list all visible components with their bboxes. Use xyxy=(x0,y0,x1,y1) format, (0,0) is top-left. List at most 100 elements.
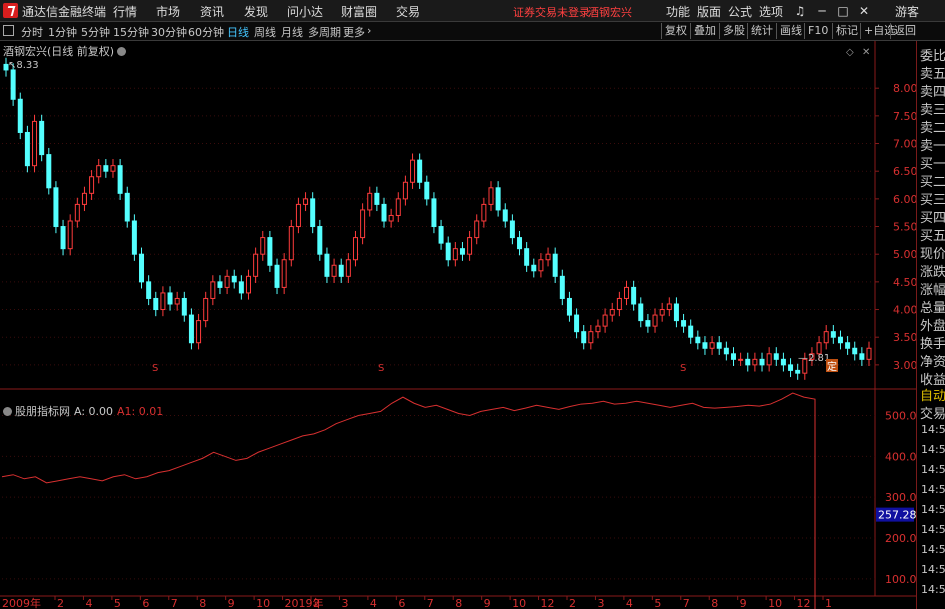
menu-wealth-circle[interactable]: 财富圈 xyxy=(341,3,377,20)
login-status[interactable]: 证券交易未登录 xyxy=(513,4,590,20)
btn-draw-line[interactable]: 画线 xyxy=(776,23,802,39)
candle-body xyxy=(638,303,644,322)
period-intraday[interactable]: 分时 xyxy=(21,24,43,40)
period-15min[interactable]: 15分钟 xyxy=(113,24,149,40)
candle-body xyxy=(431,198,437,228)
candle-body xyxy=(424,181,430,200)
btn-multi-stock[interactable]: 多股 xyxy=(719,23,745,39)
side-tab-1[interactable]: 交易 xyxy=(920,403,945,422)
candle-body xyxy=(766,353,772,366)
candle-body xyxy=(459,248,465,255)
candle-body xyxy=(495,187,501,211)
x-axis-month-label: 9 xyxy=(228,597,235,609)
btn-adjust[interactable]: 复权 xyxy=(661,23,687,39)
x-axis-month-label: 7 xyxy=(683,597,690,609)
menu-options[interactable]: 选项 xyxy=(759,3,783,20)
trade-time-2: 14:55 xyxy=(921,463,945,476)
menu-formula[interactable]: 公式 xyxy=(728,3,752,20)
trade-time-8: 14:56 xyxy=(921,583,945,596)
layout-toggle-icon[interactable] xyxy=(3,25,14,36)
close-icon[interactable]: ✕ xyxy=(857,4,871,18)
candle-body xyxy=(360,209,366,239)
menu-market[interactable]: 市场 xyxy=(156,3,180,20)
menu-functions[interactable]: 功能 xyxy=(666,3,690,20)
minimize-icon[interactable]: ─ xyxy=(815,4,829,18)
high-price-label: ↖8.33 xyxy=(8,60,39,71)
x-axis-month-label: 1 xyxy=(825,597,832,609)
menu-ask-xiaoda[interactable]: 问小达 xyxy=(287,3,323,20)
candle-body xyxy=(74,203,80,222)
menu-news[interactable]: 资讯 xyxy=(200,3,224,20)
period-more[interactable]: 更多 xyxy=(343,24,365,40)
side-field-1: 卖五 xyxy=(920,67,945,82)
headset-icon[interactable]: ♫ xyxy=(793,4,807,18)
btn-mark[interactable]: 标记 xyxy=(832,23,858,39)
candle-body xyxy=(438,226,444,244)
candle-body xyxy=(723,347,729,355)
candle-body xyxy=(352,237,358,261)
side-field-10: 买五 xyxy=(920,229,945,244)
candle-body xyxy=(745,358,751,366)
candle-body xyxy=(39,120,45,156)
candle-body xyxy=(645,320,651,327)
current-value-label: 257.28 xyxy=(878,509,916,522)
x-axis-month-label: 12 xyxy=(541,597,555,609)
period-5min[interactable]: 5分钟 xyxy=(81,24,110,40)
period-monthly[interactable]: 月线 xyxy=(281,24,303,40)
candle-body xyxy=(559,275,565,299)
candle-body xyxy=(681,320,687,327)
candle-body xyxy=(395,198,401,216)
side-field-9: 买四 xyxy=(920,211,945,226)
candle-body xyxy=(759,358,765,366)
candle-body xyxy=(730,353,736,360)
ind-y-tick-label: 200.00 xyxy=(885,532,916,545)
candle-body xyxy=(210,281,216,299)
period-60min[interactable]: 60分钟 xyxy=(188,24,224,40)
indicator-name[interactable]: 股朋指标网 xyxy=(15,405,70,418)
period-1min[interactable]: 1分钟 xyxy=(48,24,77,40)
more-chevron-icon[interactable]: › xyxy=(367,24,371,37)
candle-body xyxy=(96,165,102,178)
x-axis-month-label: 9 xyxy=(740,597,747,609)
period-multi[interactable]: 多周期 xyxy=(308,24,341,40)
candle-body xyxy=(310,198,316,228)
period-weekly[interactable]: 周线 xyxy=(254,24,276,40)
menu-market-quotes[interactable]: 行情 xyxy=(113,3,137,20)
ind-y-tick-label: 500.00 xyxy=(885,410,916,423)
side-tab-0[interactable]: 自动 xyxy=(920,385,945,404)
candle-body xyxy=(295,203,301,228)
side-field-6: 买一 xyxy=(920,157,945,172)
candle-body xyxy=(203,297,209,322)
chart-title-text: 酒钢宏兴(日线 前复权) xyxy=(3,45,115,58)
indicator-options-icon[interactable] xyxy=(3,407,12,416)
candle-body xyxy=(388,214,394,222)
candle-body xyxy=(131,220,137,255)
x-axis-month-label: 2 xyxy=(569,597,576,609)
candle-body xyxy=(124,192,130,222)
candle-body xyxy=(103,165,109,172)
btn-back[interactable]: 返回 xyxy=(890,23,916,39)
period-30min[interactable]: 30分钟 xyxy=(151,24,187,40)
user-guest[interactable]: 游客 xyxy=(895,3,919,20)
candle-body xyxy=(524,248,530,266)
side-field-3: 卖三 xyxy=(920,103,945,118)
trade-time-5: 14:56 xyxy=(921,523,945,536)
btn-f10[interactable]: F10 xyxy=(804,23,828,39)
chart-area[interactable]: 3.00 3.50 4.00 4.50 5.00 5.50 6.00 6.50 7.00 7.50… xyxy=(0,41,916,609)
x-axis-month-label: 6 xyxy=(142,597,149,609)
chart-options-icon[interactable] xyxy=(117,47,127,56)
trade-time-6: 14:56 xyxy=(921,543,945,556)
candle-body xyxy=(837,336,843,344)
main-y-tick-label: 4.50 xyxy=(893,276,916,289)
candle-body xyxy=(338,264,344,277)
candle-body xyxy=(174,297,180,305)
menu-layout[interactable]: 版面 xyxy=(697,3,721,20)
menu-trade[interactable]: 交易 xyxy=(396,3,420,20)
x-axis-month-label: 6 xyxy=(398,597,405,609)
btn-statistics[interactable]: 统计 xyxy=(747,23,773,39)
menu-discover[interactable]: 发现 xyxy=(244,3,268,20)
ind-y-tick-label: 300.00 xyxy=(885,491,916,504)
maximize-icon[interactable]: □ xyxy=(836,4,850,18)
btn-overlay[interactable]: 叠加 xyxy=(690,23,716,39)
period-daily[interactable]: 日线 xyxy=(227,24,249,40)
